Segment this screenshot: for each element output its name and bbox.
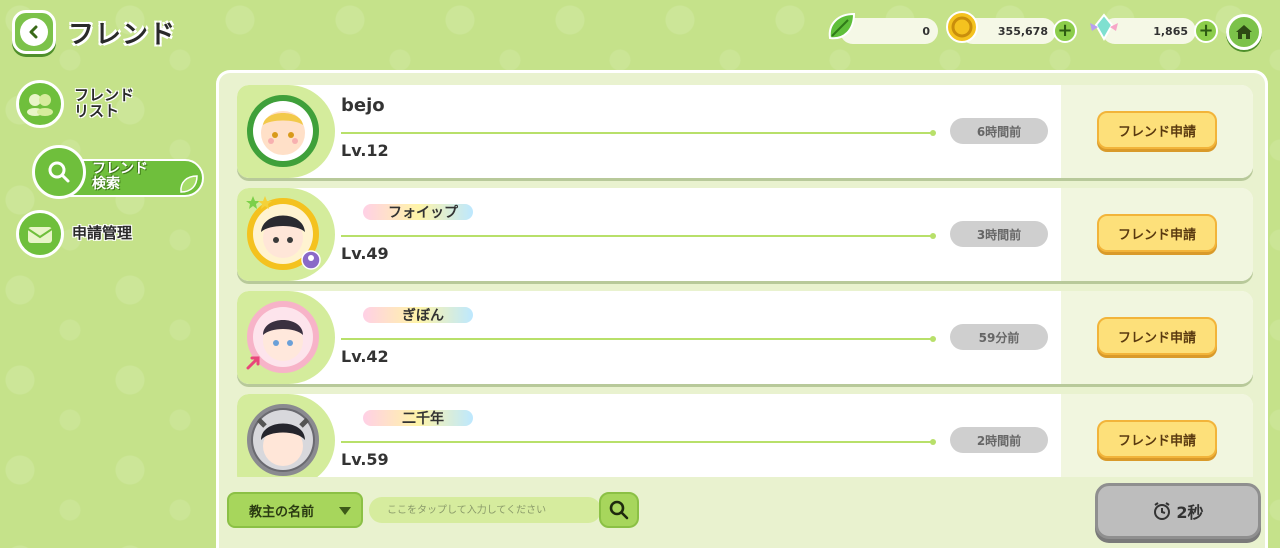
name-title-badge: 二千年: [343, 402, 503, 432]
crystal-currency-value: 1,865: [1153, 24, 1188, 38]
crystal-icon: [1086, 9, 1122, 49]
dropdown-selected-label: 教主の名前: [249, 504, 315, 520]
dropdown-arrow-icon: [339, 507, 351, 515]
home-button[interactable]: [1226, 14, 1262, 50]
search-icon: [609, 500, 629, 520]
friend-name: bejo: [341, 95, 385, 116]
sidebar-item-label: フレンド 検索: [92, 161, 148, 192]
divider-line: [341, 439, 936, 445]
leaf-decoration-icon: [180, 175, 198, 193]
timer-label: 2秒: [1176, 503, 1204, 522]
page-title: フレンド: [68, 20, 177, 50]
sidebar-item-friend-list[interactable]: フレンド リスト: [16, 80, 134, 128]
star-badge-icon: [246, 196, 272, 209]
friend-level: Lv.59: [341, 450, 389, 469]
friend-request-button[interactable]: フレンド申請: [1097, 111, 1217, 149]
coin-currency-value: 355,678: [997, 24, 1048, 38]
refresh-timer-button[interactable]: 2秒: [1095, 483, 1261, 539]
last-login-badge: 2時間前: [950, 427, 1048, 453]
search-type-dropdown[interactable]: 教主の名前: [227, 492, 363, 528]
friends-icon: [16, 80, 64, 128]
friend-search-panel: bejo Lv.12 6時間前 フレンド申請 フォイップ Lv.49 3時間前: [216, 70, 1268, 548]
sidebar-item-label: 申請管理: [72, 224, 133, 243]
home-icon: [1236, 25, 1252, 39]
coin-add-button[interactable]: +: [1053, 19, 1077, 43]
avatar[interactable]: [247, 404, 319, 476]
divider-line: [341, 233, 936, 239]
last-login-badge: 59分前: [950, 324, 1048, 350]
friend-card: 二千年 Lv.59 2時間前 フレンド申請: [237, 394, 1253, 477]
divider-line: [341, 336, 936, 342]
avatar[interactable]: [247, 95, 319, 167]
sidebar-item-request-management[interactable]: 申請管理: [16, 210, 132, 258]
back-button[interactable]: [12, 10, 56, 54]
friend-name: フォイップ: [388, 205, 458, 221]
coin-icon: [944, 9, 980, 49]
friend-request-button[interactable]: フレンド申請: [1097, 317, 1217, 355]
alarm-clock-icon: [1154, 502, 1171, 520]
crystal-add-button[interactable]: +: [1194, 19, 1218, 43]
last-login-badge: 6時間前: [950, 118, 1048, 144]
pink-arrow-icon: [246, 356, 260, 370]
leaf-icon: [824, 10, 858, 48]
name-title-badge: ぎぼん: [343, 299, 503, 329]
action-zone: フレンド申請: [1061, 394, 1253, 477]
divider-line: [341, 130, 936, 136]
sidebar-item-friend-search[interactable]: フレンド 検索: [32, 145, 206, 199]
friend-level: Lv.12: [341, 141, 389, 160]
friend-request-button[interactable]: フレンド申請: [1097, 420, 1217, 458]
club-emblem-icon: [301, 250, 321, 270]
friend-name: ぎぼん: [402, 308, 444, 324]
friend-name: 二千年: [402, 411, 444, 427]
friend-request-button[interactable]: フレンド申請: [1097, 214, 1217, 252]
action-zone: フレンド申請: [1061, 188, 1253, 281]
friend-card: フォイップ Lv.49 3時間前 フレンド申請: [237, 188, 1253, 281]
leaf-currency-value: 0: [922, 24, 930, 38]
sidebar-item-label: フレンド リスト: [74, 86, 135, 120]
friend-card: ぎぼん Lv.42 59分前 フレンド申請: [237, 291, 1253, 384]
friend-card: bejo Lv.12 6時間前 フレンド申請: [237, 85, 1253, 178]
last-login-badge: 3時間前: [950, 221, 1048, 247]
action-zone: フレンド申請: [1061, 291, 1253, 384]
action-zone: フレンド申請: [1061, 85, 1253, 178]
name-title-badge: フォイップ: [343, 196, 503, 226]
friend-list[interactable]: bejo Lv.12 6時間前 フレンド申請 フォイップ Lv.49 3時間前: [237, 85, 1255, 477]
back-arrow-icon: [20, 18, 48, 46]
friend-level: Lv.42: [341, 347, 389, 366]
mail-icon: [16, 210, 64, 258]
search-button[interactable]: [599, 492, 639, 528]
search-input[interactable]: [369, 497, 601, 523]
search-icon: [32, 145, 86, 199]
friend-level: Lv.49: [341, 244, 389, 263]
